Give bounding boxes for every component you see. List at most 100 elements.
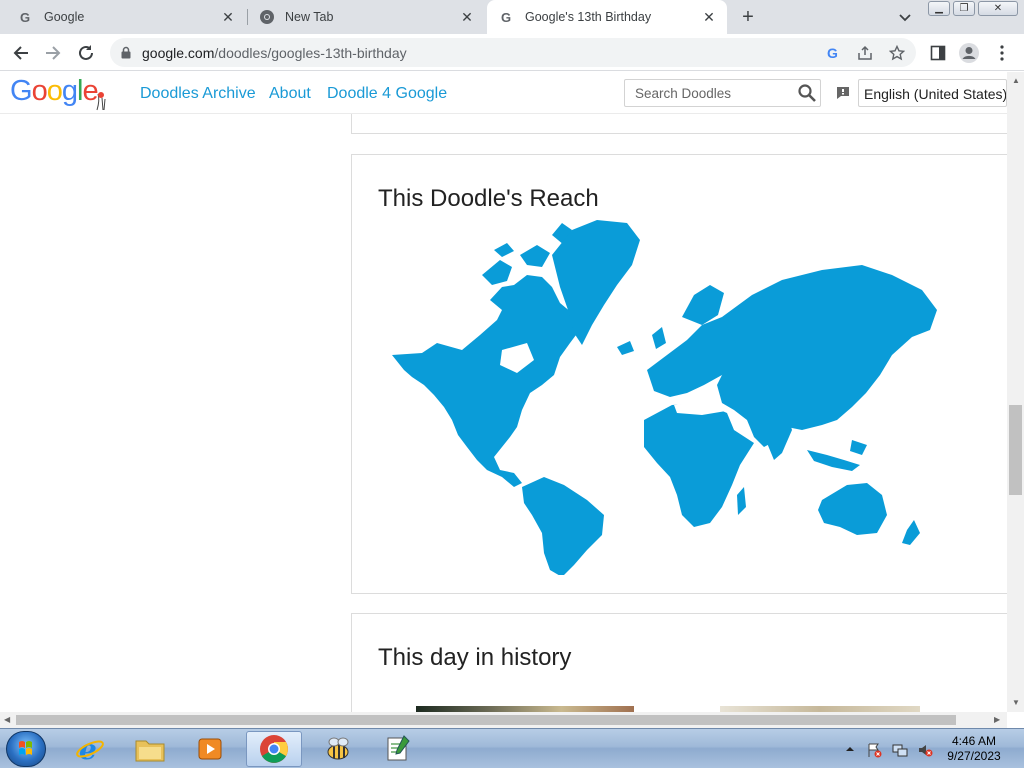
map-landmasses: [392, 220, 937, 575]
svg-text:Google: Google: [10, 75, 98, 107]
day-in-history-card: This day in history: [351, 613, 1007, 712]
media-player-icon: [198, 738, 222, 760]
volume-muted-icon[interactable]: [917, 742, 933, 758]
chrome-icon: [260, 735, 288, 763]
back-arrow-icon: [13, 46, 28, 60]
google-lens-icon[interactable]: G: [826, 45, 842, 61]
clock-date: 9/27/2023: [947, 749, 1001, 763]
system-clock[interactable]: 4:46 AM 9/27/2023: [940, 734, 1008, 764]
map-australia: [818, 483, 887, 535]
map-iceland: [617, 341, 634, 355]
scroll-down-arrow-icon[interactable]: ▼: [1012, 698, 1020, 707]
scroll-up-arrow-icon[interactable]: ▲: [1012, 76, 1020, 85]
windows-taskbar: e 4:46 AM 9/27/2023: [0, 728, 1024, 768]
svg-text:G: G: [20, 10, 30, 24]
feedback-icon[interactable]: [835, 85, 851, 101]
chrome-favicon-icon: [259, 9, 275, 25]
forward-arrow-icon: [46, 46, 61, 60]
scroll-right-arrow-icon[interactable]: ▶: [994, 715, 1000, 724]
google-favicon-icon: G: [18, 9, 34, 25]
map-africa: [644, 403, 754, 527]
tab-googles-13th-birthday[interactable]: G Google's 13th Birthday ✕: [487, 0, 727, 34]
search-doodles-input[interactable]: [625, 80, 791, 106]
horizontal-scrollbar[interactable]: ◀ ▶: [0, 712, 1007, 728]
svg-text:G: G: [501, 10, 511, 24]
taskbar-notepad-app[interactable]: [370, 731, 426, 767]
reload-icon: [79, 45, 93, 60]
close-tab-icon[interactable]: ✕: [459, 9, 475, 25]
search-doodles-box: [624, 79, 821, 107]
back-button[interactable]: [9, 41, 33, 65]
notepad-icon: [387, 735, 410, 761]
map-asia: [717, 265, 937, 447]
taskbar-chrome[interactable]: [246, 731, 302, 767]
doodles-archive-link[interactable]: Doodles Archive: [140, 85, 256, 103]
profile-avatar-icon: [959, 43, 979, 63]
bee-icon: [327, 737, 349, 760]
page-content: This Doodle's Reach This day in history: [0, 114, 1007, 712]
language-select[interactable]: English (United States): [858, 79, 1007, 107]
doodles-header: Google Doodles Archive About Doodle 4 Go…: [0, 72, 1007, 114]
reload-button[interactable]: [74, 41, 98, 65]
profile-button[interactable]: [957, 41, 981, 65]
lock-icon: [121, 46, 131, 59]
map-south-america: [522, 477, 604, 575]
address-bar[interactable]: google.com/doodles/googles-13th-birthday…: [110, 38, 916, 67]
vertical-scrollbar[interactable]: ▲ ▼: [1007, 72, 1024, 712]
doodle-reach-card: This Doodle's Reach: [351, 154, 1007, 594]
url-text: google.com/doodles/googles-13th-birthday: [142, 45, 407, 61]
forward-button[interactable]: [41, 41, 65, 65]
minimize-window-button[interactable]: ▁: [928, 1, 950, 16]
horizontal-scroll-thumb[interactable]: [16, 715, 956, 725]
kebab-menu-icon: [1000, 45, 1004, 61]
doodle-reach-title: This Doodle's Reach: [378, 185, 599, 212]
previous-card: [351, 114, 1007, 134]
world-map: [392, 220, 937, 575]
doodle-4-google-link[interactable]: Doodle 4 Google: [327, 85, 447, 103]
map-indonesia: [807, 440, 867, 471]
browser-toolbar: google.com/doodles/googles-13th-birthday…: [0, 34, 1024, 71]
tab-title: New Tab: [285, 10, 334, 24]
close-tab-icon[interactable]: ✕: [220, 9, 236, 25]
search-icon[interactable]: [797, 83, 817, 103]
map-north-america: [392, 275, 582, 487]
taskbar-internet-explorer[interactable]: e: [62, 731, 118, 767]
chrome-menu-button[interactable]: [990, 41, 1014, 65]
share-icon[interactable]: [857, 45, 873, 61]
browser-tab-strip: G Google ✕ New Tab ✕ G Google's 13th Bir…: [0, 0, 1024, 34]
svg-text:G: G: [827, 45, 838, 61]
action-center-flag-icon[interactable]: [866, 742, 882, 758]
map-madagascar: [737, 487, 746, 515]
clock-time: 4:46 AM: [951, 734, 997, 748]
map-new-zealand: [902, 520, 920, 545]
vertical-scroll-thumb[interactable]: [1009, 405, 1022, 495]
tab-separator: [247, 9, 248, 25]
url-path: /doodles/googles-13th-birthday: [214, 45, 407, 61]
scroll-left-arrow-icon[interactable]: ◀: [4, 715, 10, 724]
tab-new-tab[interactable]: New Tab ✕: [249, 0, 485, 34]
new-tab-button[interactable]: +: [737, 6, 759, 28]
taskbar-bee-app[interactable]: [310, 731, 366, 767]
tab-title: Google: [44, 10, 85, 24]
internet-explorer-icon: e: [76, 734, 104, 764]
close-tab-icon[interactable]: ✕: [701, 9, 717, 25]
side-panel-icon: [930, 45, 946, 61]
side-panel-button[interactable]: [926, 41, 950, 65]
taskbar-file-explorer[interactable]: [122, 731, 178, 767]
tab-search-chevron-icon[interactable]: [896, 8, 914, 26]
start-button[interactable]: [6, 731, 46, 767]
windows-logo-icon: [19, 741, 32, 755]
restore-window-button[interactable]: ❐: [953, 1, 975, 16]
about-link[interactable]: About: [269, 85, 311, 103]
url-host: google.com: [142, 45, 215, 61]
google-logo-icon: Google: [10, 75, 106, 111]
taskbar-media-player[interactable]: [182, 731, 238, 767]
close-window-button[interactable]: ✕: [978, 1, 1018, 16]
bookmark-star-icon[interactable]: [889, 45, 905, 61]
map-uk: [652, 327, 666, 349]
tab-google[interactable]: G Google ✕: [0, 0, 246, 34]
map-india: [762, 410, 792, 460]
show-hidden-icons-icon[interactable]: [845, 744, 855, 754]
network-icon[interactable]: [892, 742, 908, 758]
folder-icon: [135, 740, 165, 762]
